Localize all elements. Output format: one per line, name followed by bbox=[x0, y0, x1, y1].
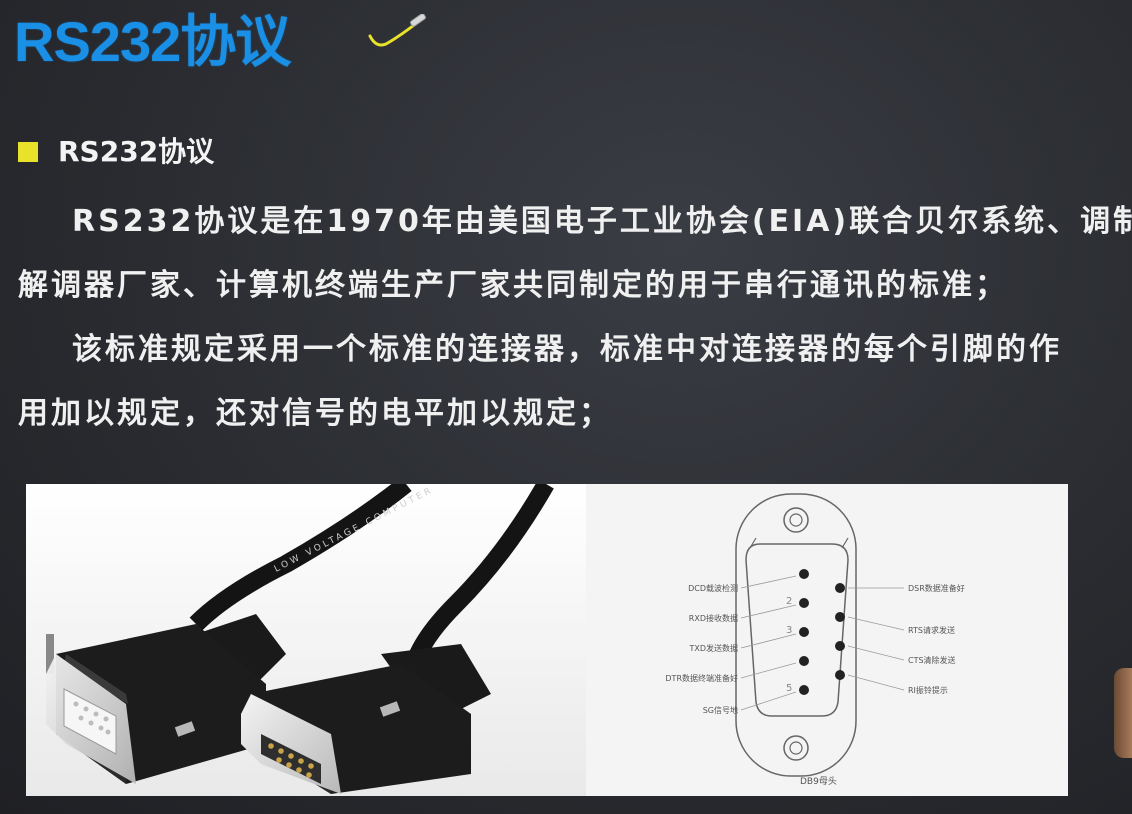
presenter-hand bbox=[1114, 668, 1132, 758]
pin-label-rts: RTS请求发送 bbox=[908, 626, 955, 635]
paragraph-line-1: RS232协议是在1970年由美国电子工业协会(EIA)联合贝尔系统、调制 bbox=[72, 204, 1132, 239]
pen-annotation-icon bbox=[368, 14, 426, 47]
pin-label-sg: SG信号地 bbox=[702, 706, 738, 715]
paragraph-line-2: 解调器厂家、计算机终端生产厂家共同制定的用于串行通讯的标准； bbox=[18, 268, 1008, 303]
pin-number-5: 5 bbox=[786, 683, 792, 694]
db9-pinout-diagram: 2 3 5 DCD载波检测 RXD接收数据 TXD发送数据 DTR数据终端准备好… bbox=[586, 484, 1068, 796]
pin-label-dsr: DSR数据准备好 bbox=[908, 584, 965, 593]
db9-outline: 2 3 5 bbox=[735, 493, 905, 777]
db9-cable-photo: LOW VOLTAGE COMPUTER bbox=[26, 484, 586, 796]
section-header: RS232协议 bbox=[18, 134, 214, 170]
pin-label-dcd: DCD载波检测 bbox=[688, 584, 738, 593]
paragraph-line-4: 用加以规定，还对信号的电平加以规定； bbox=[18, 396, 612, 431]
section-bullet bbox=[18, 142, 38, 162]
pin-label-txd: TXD发送数据 bbox=[689, 644, 738, 653]
body-text: RS232协议是在1970年由美国电子工业协会(EIA)联合贝尔系统、调制 解调… bbox=[18, 190, 1132, 446]
pin-label-rxd: RXD接收数据 bbox=[688, 614, 738, 623]
section-title: RS232协议 bbox=[58, 135, 215, 168]
pin-number-2: 2 bbox=[786, 596, 792, 607]
rs232-image: LOW VOLTAGE COMPUTER 2 3 5 DCD载波检测 RXD接收… bbox=[26, 484, 1068, 796]
pin-label-cts: CTS清除发送 bbox=[908, 656, 956, 665]
pin-label-ri: RI振铃提示 bbox=[908, 686, 948, 695]
paragraph-line-3: 该标准规定采用一个标准的连接器，标准中对连接器的每个引脚的作 bbox=[72, 332, 1062, 367]
diagram-caption: DB9母头 bbox=[800, 777, 837, 787]
pin-number-3: 3 bbox=[786, 625, 792, 636]
slide-title: RS232协议 bbox=[14, 10, 291, 73]
pin-label-dtr: DTR数据终端准备好 bbox=[665, 674, 738, 683]
